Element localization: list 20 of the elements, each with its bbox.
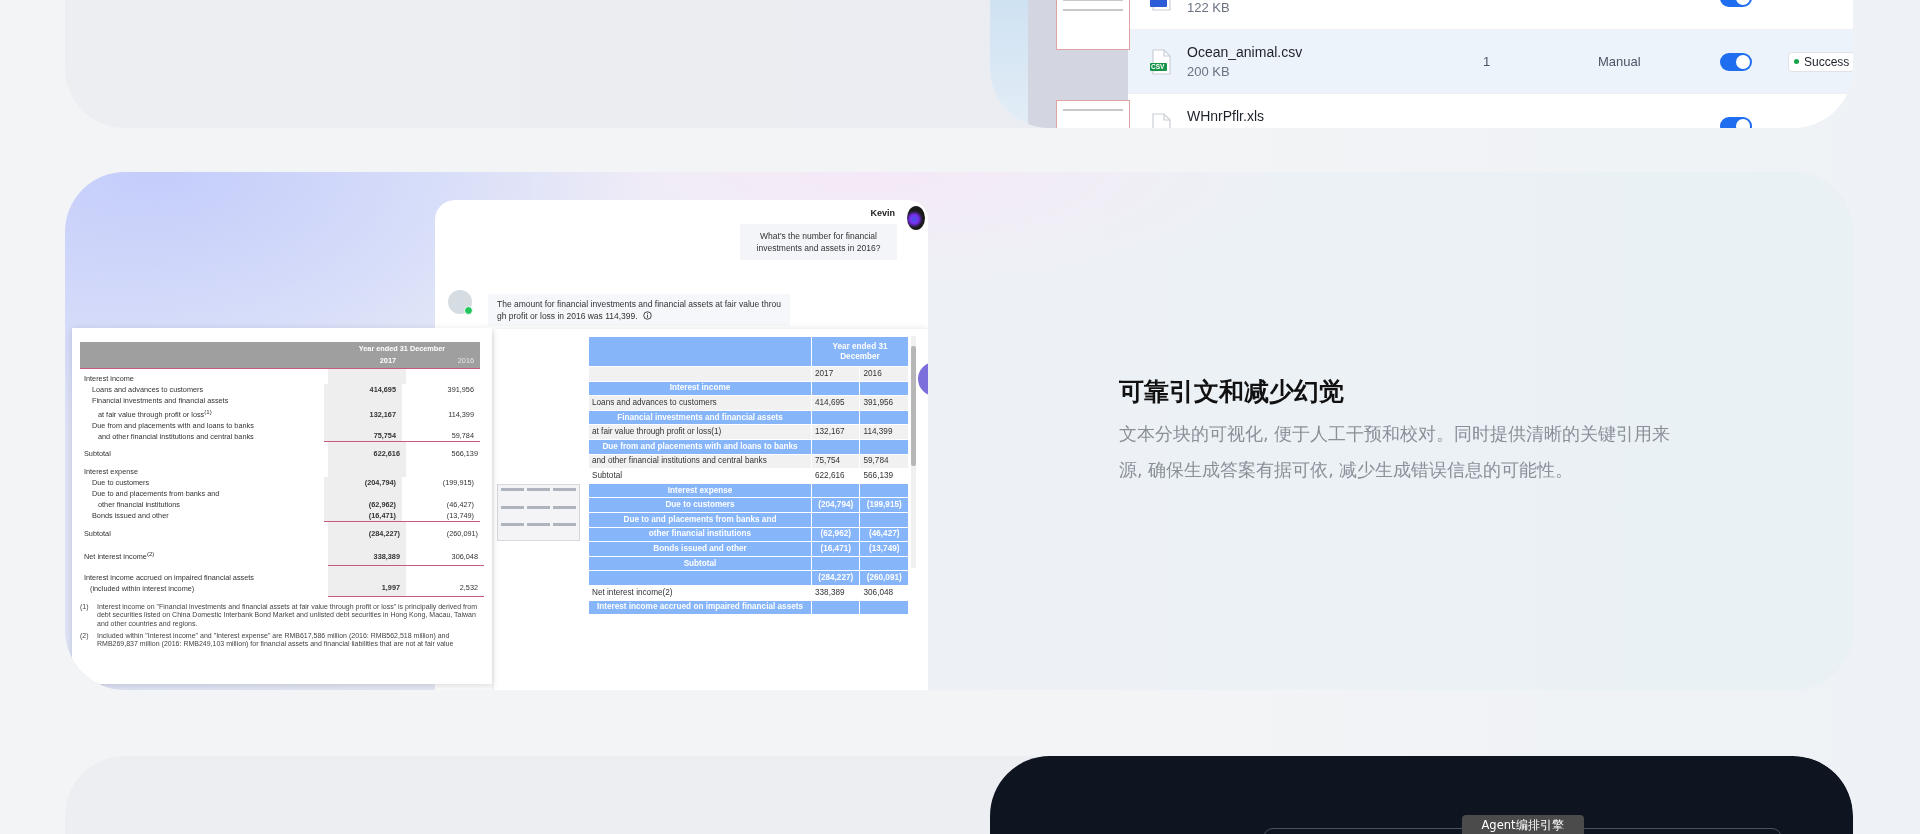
file-size: 200 KB: [1187, 63, 1231, 80]
toggle-switch[interactable]: [1720, 52, 1752, 71]
engine-tab[interactable]: Agent编排引擎: [1461, 815, 1584, 834]
file-name: WHnrPflr.xls: [1187, 107, 1265, 125]
file-size: 122 KB: [1187, 0, 1231, 16]
answer-bubble: The amount for financial investments and financial assets at fair value through profit or loss in 2016 was 114,399.: [488, 294, 790, 326]
question-bubble: What's the number for financial investments and assets in 2016?: [740, 224, 897, 260]
file-name: Ocean_animal.csv: [1187, 43, 1304, 61]
parse-mode: Manual: [1598, 54, 1641, 69]
scrollbar[interactable]: [911, 336, 916, 568]
status-badge: Success: [1788, 51, 1853, 72]
bot-avatar-icon: [448, 290, 472, 314]
chunk-count: 1: [1483, 54, 1491, 69]
user-name: Kevin: [870, 208, 895, 218]
feature-title: 可靠引文和减少幻觉: [1119, 376, 1345, 408]
avatar-icon: [907, 206, 925, 230]
feature-description: 文本分块的可视化, 便于人工干预和校对。同时提供清晰的关键引用来源, 确保生成答案有据可依, 减少生成错误信息的可能性。: [1119, 423, 1671, 482]
file-row[interactable]: 122 KB: [1128, 0, 1853, 30]
table-header: Year ended 31 December: [811, 336, 909, 367]
info-icon[interactable]: [643, 311, 652, 320]
